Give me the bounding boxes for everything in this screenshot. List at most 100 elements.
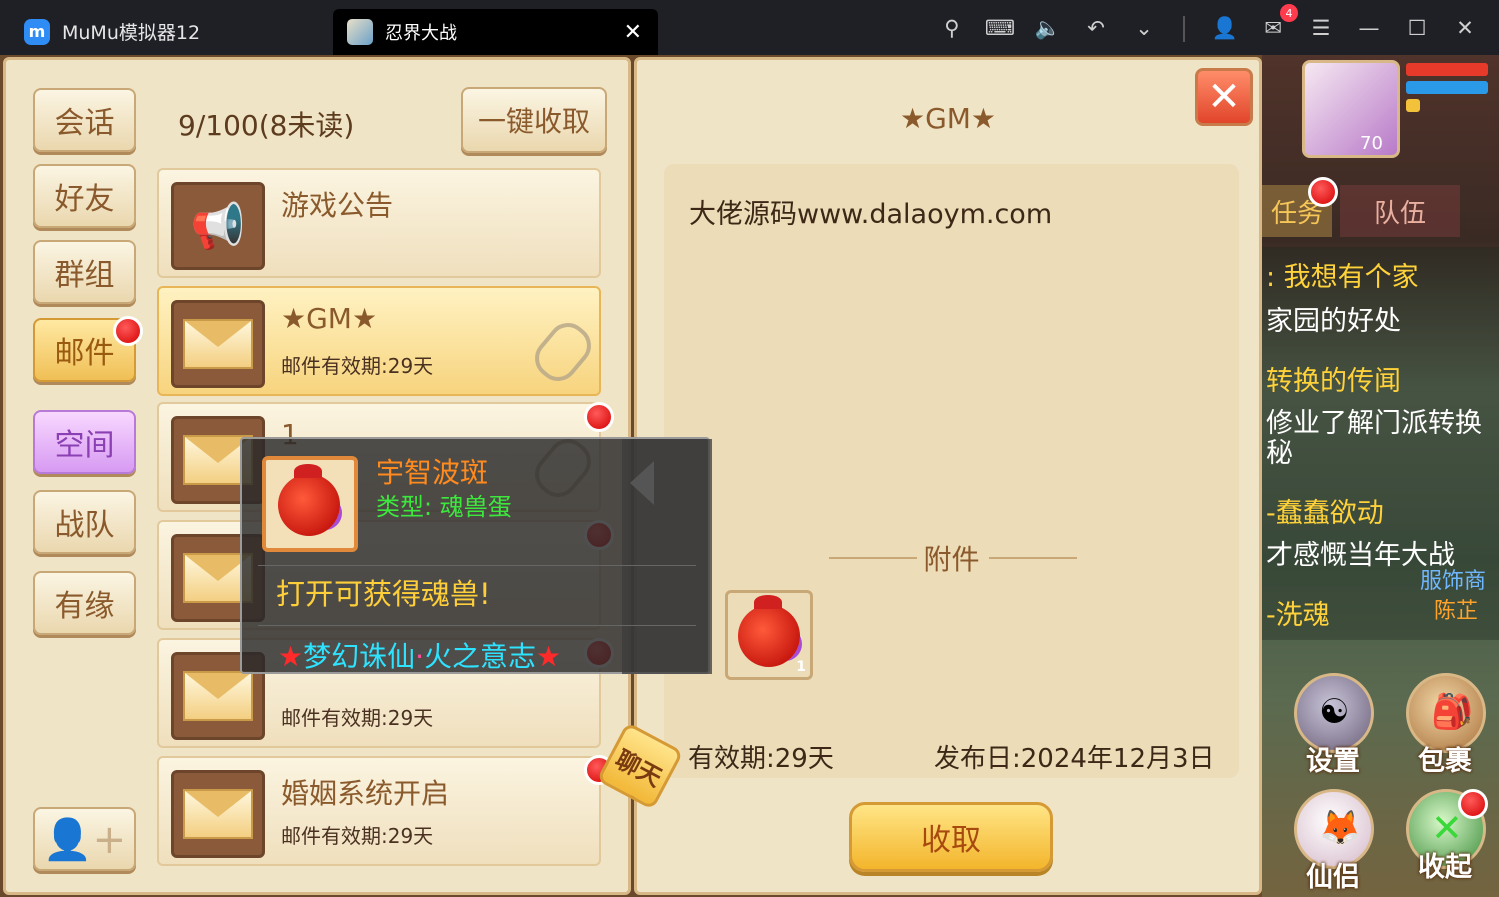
- close-x-icon: ✕: [1431, 806, 1463, 850]
- mail-count: 9/100(8未读): [178, 109, 355, 142]
- pin-icon[interactable]: ⚲: [938, 14, 966, 42]
- item-source: ★梦幻诛仙·火之意志★: [278, 635, 561, 675]
- star-icon: ★: [278, 640, 304, 673]
- mp-bar: [1406, 81, 1488, 94]
- unread-dot: [584, 402, 614, 432]
- envelope-open-icon: [171, 300, 265, 388]
- mumu-logo-icon: m: [24, 18, 50, 45]
- sidebar-item-label: 好友: [54, 182, 115, 217]
- menu-icon[interactable]: ☰: [1307, 14, 1335, 42]
- quest-line: 家园的好处: [1266, 306, 1401, 337]
- sidebar-item-team[interactable]: 战队: [33, 490, 136, 554]
- item-source-dot: ·: [415, 640, 425, 673]
- player-level: 70: [1360, 133, 1383, 154]
- mail-detail-body: 大佬源码www.dalaoym.com 附件 1 有效期:29天 发布日:202…: [664, 164, 1239, 778]
- tab-close-icon[interactable]: ✕: [624, 20, 642, 45]
- chat-tag-label: 聊天: [611, 744, 667, 792]
- fox-icon: 🦊: [1319, 808, 1362, 848]
- minimize-icon[interactable]: —: [1355, 14, 1383, 42]
- mail-detail-title: ★GM★: [899, 102, 997, 135]
- toolbar-divider: [1183, 16, 1185, 42]
- tab-title: 忍界大战: [385, 23, 457, 44]
- quest-line: 转换的传闻: [1266, 366, 1401, 397]
- mail-badge: 4: [1280, 4, 1298, 22]
- mail-title: 游戏公告: [281, 189, 394, 222]
- tab-team[interactable]: 队伍: [1340, 185, 1460, 237]
- undo-icon[interactable]: ↶: [1082, 14, 1110, 42]
- mail-expiry: 邮件有效期:29天: [281, 354, 434, 378]
- item-icon: [262, 456, 358, 552]
- maximize-icon[interactable]: ☐: [1403, 14, 1431, 42]
- item-name: 宇智波斑: [376, 456, 489, 489]
- quest-line: -蠢蠢欲动: [1266, 498, 1384, 529]
- user-icon[interactable]: 👤: [1211, 14, 1239, 42]
- quest-tracker[interactable]: : 我想有个家 家园的好处 转换的传闻 修业了解门派转换 秘 -蠢蠢欲动 才感慨…: [1262, 247, 1499, 640]
- mail-item[interactable]: 婚姻系统开启 邮件有效期:29天: [157, 756, 601, 866]
- item-tooltip: 宇智波斑 类型: 魂兽蛋 打开可获得魂兽! ★梦幻诛仙·火之意志★: [240, 437, 712, 675]
- add-user-icon: 👤+: [42, 816, 127, 863]
- yin-yang-icon: ☯: [1319, 692, 1350, 732]
- mail-item[interactable]: ★GM★ 邮件有效期:29天: [157, 286, 601, 396]
- item-source-part: 火之意志: [424, 640, 537, 673]
- divider: [989, 557, 1077, 559]
- mail-title: ★GM★: [281, 302, 378, 335]
- quest-line: 秘: [1266, 438, 1293, 469]
- item-description: 打开可获得魂兽!: [276, 577, 491, 611]
- chevron-down-icon[interactable]: ⌄: [1130, 14, 1158, 42]
- attachment-count: 1: [796, 659, 806, 675]
- bag-icon: 🎒: [1431, 692, 1474, 732]
- mail-title: 婚姻系统开启: [281, 777, 450, 810]
- paperclip-icon: [526, 314, 600, 390]
- npc-name: 陈芷: [1434, 599, 1479, 624]
- star-icon: ★: [536, 640, 562, 673]
- envelope-icon: [171, 770, 265, 858]
- partner-label: 仙侣: [1306, 862, 1360, 893]
- chevron-left-icon[interactable]: [630, 461, 654, 505]
- sidebar-item-label: 会话: [54, 106, 115, 141]
- mail-unread-dot: [113, 316, 143, 346]
- hp-bar: [1406, 63, 1488, 76]
- exp-bar: [1406, 99, 1420, 112]
- close-icon[interactable]: ✕: [1451, 14, 1479, 42]
- sidebar-item-label: 邮件: [54, 336, 115, 371]
- game-viewport: 会话 好友 群组 邮件 空间 战队 有缘 👤+ 9/100(8未读) 一键收取 …: [0, 55, 1499, 897]
- sidebar-item-groups[interactable]: 群组: [33, 240, 136, 304]
- add-friend-button[interactable]: 👤+: [33, 807, 136, 871]
- item-source-part: 梦幻诛仙: [303, 640, 416, 673]
- attachment-label: 附件: [923, 543, 980, 576]
- game-tab-icon: [347, 19, 373, 45]
- app-name: MuMu模拟器12: [62, 22, 201, 44]
- sidebar-item-label: 有缘: [54, 589, 115, 624]
- mail-expiry: 邮件有效期:29天: [281, 824, 434, 848]
- task-alert-dot: [1308, 177, 1338, 207]
- keyboard-icon[interactable]: ⌨: [985, 14, 1015, 42]
- sidebar-item-chat[interactable]: 会话: [33, 88, 136, 152]
- sidebar-item-friends[interactable]: 好友: [33, 164, 136, 228]
- sidebar-item-fate[interactable]: 有缘: [33, 571, 136, 635]
- divider: [258, 625, 696, 626]
- bag-label: 包裹: [1418, 746, 1472, 777]
- mail-content: 大佬源码www.dalaoym.com: [689, 199, 1053, 230]
- mail-detail-panel: ✕ ★GM★ 大佬源码www.dalaoym.com 附件 1 有效期:29天 …: [634, 57, 1262, 895]
- player-avatar[interactable]: [1302, 60, 1400, 158]
- mail-item[interactable]: 📢 游戏公告: [157, 168, 601, 278]
- app-brand: m MuMu模拟器12: [24, 18, 200, 45]
- emulator-titlebar: m MuMu模拟器12 忍界大战 ✕ ⚲ ⌨ 🔈 ↶ ⌄ 👤 ✉ 4 ☰ — ☐…: [0, 0, 1499, 55]
- mail-expiry: 邮件有效期:29天: [281, 706, 434, 730]
- tab-game[interactable]: 忍界大战 ✕: [333, 9, 658, 55]
- beast-egg-bag-icon: [278, 464, 340, 536]
- attachment-slot[interactable]: 1: [725, 590, 813, 680]
- npc-title: 服饰商: [1420, 569, 1487, 594]
- volume-icon[interactable]: 🔈: [1034, 14, 1062, 42]
- sidebar-item-label: 群组: [54, 258, 115, 293]
- collect-all-label: 一键收取: [477, 105, 590, 138]
- settings-label: 设置: [1306, 746, 1360, 777]
- tab-label: 队伍: [1373, 198, 1426, 229]
- sidebar-item-space[interactable]: 空间: [33, 410, 136, 474]
- collect-label: 收取: [921, 823, 981, 858]
- item-type: 类型: 魂兽蛋: [376, 493, 512, 521]
- collect-all-button[interactable]: 一键收取: [461, 87, 607, 153]
- quest-line: : 我想有个家: [1266, 262, 1419, 293]
- collect-button[interactable]: 收取: [849, 802, 1053, 872]
- collapse-alert-dot: [1458, 789, 1488, 819]
